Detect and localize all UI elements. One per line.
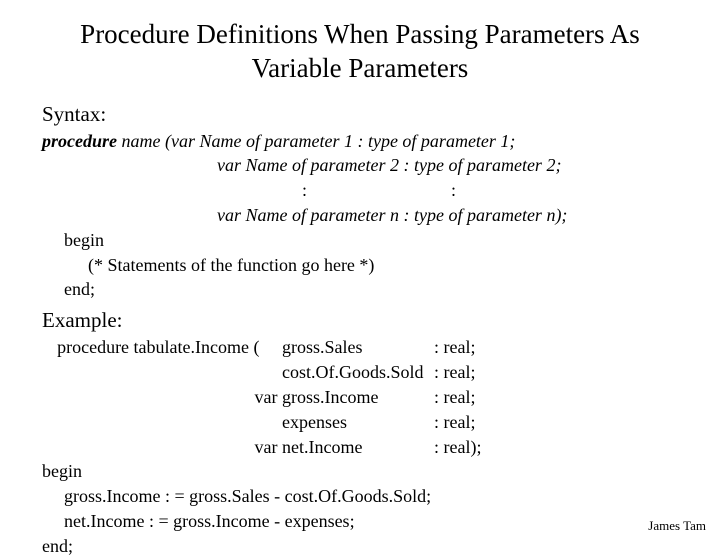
syntax-end: end;	[42, 277, 684, 302]
example-param-name: gross.Sales	[282, 335, 434, 360]
example-param-type: : real;	[434, 385, 475, 410]
example-param-row: procedure tabulate.Income ( gross.Sales …	[42, 335, 684, 360]
example-param-type: : real;	[434, 360, 475, 385]
example-end: end;	[42, 534, 684, 559]
example-prefix	[42, 410, 282, 435]
example-param-name: cost.Of.Goods.Sold	[282, 360, 434, 385]
syntax-line1-rest: name (var Name of parameter 1 : type of …	[117, 131, 515, 151]
author-footer: James Tam	[648, 518, 706, 534]
example-prefix: var	[42, 385, 282, 410]
syntax-line-3: : :	[42, 178, 684, 203]
example-param-row: expenses : real;	[42, 410, 684, 435]
example-stmt-1: gross.Income : = gross.Sales - cost.Of.G…	[42, 484, 684, 509]
page-title: Procedure Definitions When Passing Param…	[66, 18, 654, 86]
example-param-name: expenses	[282, 410, 434, 435]
example-param-row: cost.Of.Goods.Sold : real;	[42, 360, 684, 385]
syntax-body: (* Statements of the function go here *)	[42, 253, 684, 278]
syntax-begin: begin	[42, 228, 684, 253]
example-param-type: : real);	[434, 435, 481, 460]
example-begin: begin	[42, 459, 684, 484]
syntax-block: procedure name (var Name of parameter 1 …	[42, 129, 684, 303]
example-param-name: net.Income	[282, 435, 434, 460]
example-param-type: : real;	[434, 410, 475, 435]
syntax-heading: Syntax:	[42, 102, 684, 127]
example-prefix: var	[42, 435, 282, 460]
example-param-name: gross.Income	[282, 385, 434, 410]
example-block: procedure tabulate.Income ( gross.Sales …	[42, 335, 684, 558]
example-prefix	[42, 360, 282, 385]
procedure-keyword: procedure	[42, 131, 117, 151]
syntax-line-4: var Name of parameter n : type of parame…	[42, 203, 684, 228]
syntax-line-1: procedure name (var Name of parameter 1 …	[42, 129, 684, 154]
example-prefix: procedure tabulate.Income (	[42, 335, 282, 360]
example-param-type: : real;	[434, 335, 475, 360]
example-stmt-2: net.Income : = gross.Income - expenses;	[42, 509, 684, 534]
syntax-line-2: var Name of parameter 2 : type of parame…	[42, 153, 684, 178]
example-param-row: var net.Income : real);	[42, 435, 684, 460]
example-heading: Example:	[42, 308, 684, 333]
example-param-row: var gross.Income : real;	[42, 385, 684, 410]
